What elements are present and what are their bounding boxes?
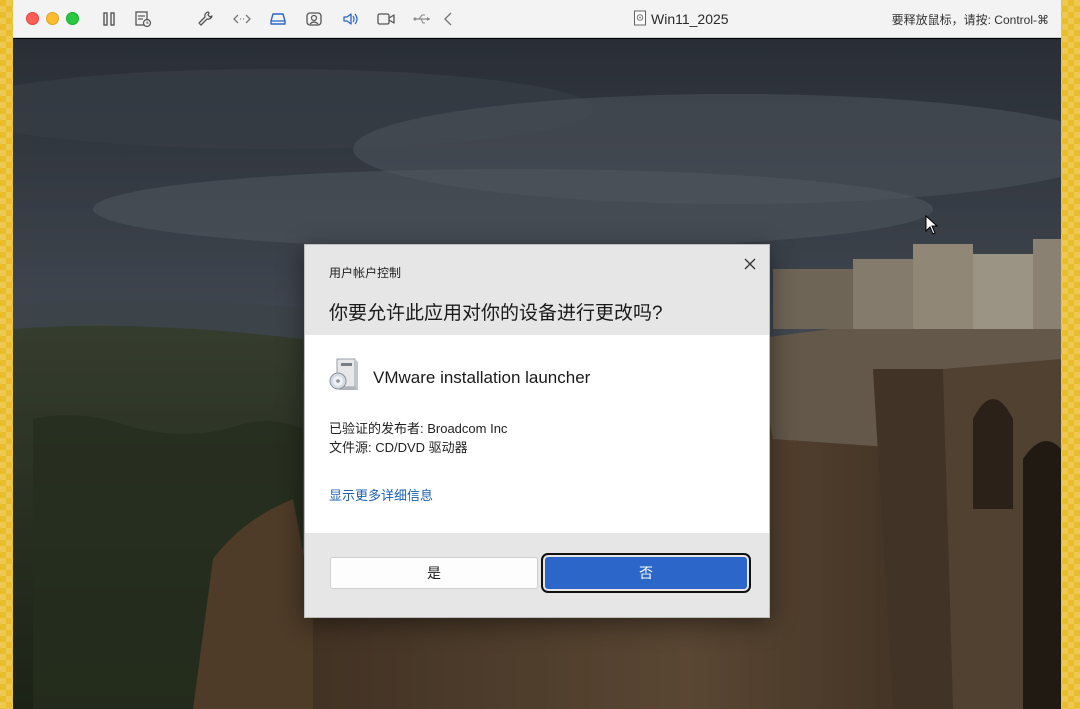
- file-source: 文件源: CD/DVD 驱动器: [329, 440, 468, 455]
- app-info-row: VMware installation launcher: [329, 357, 590, 398]
- code-arrows-icon[interactable]: [232, 9, 252, 29]
- drive-icon[interactable]: [268, 9, 288, 29]
- close-window-button[interactable]: [26, 12, 39, 25]
- app-name: VMware installation launcher: [373, 367, 591, 387]
- speaker-icon[interactable]: [340, 9, 360, 29]
- mouse-pointer-icon: [925, 214, 939, 239]
- close-icon[interactable]: [739, 253, 761, 275]
- publisher-info: 已验证的发布者: Broadcom Inc 文件源: CD/DVD 驱动器: [329, 419, 507, 457]
- vm-window: Win11_2025 要释放鼠标，请按: Control-⌘ 用户帐户控制 你要…: [13, 0, 1061, 709]
- zoom-window-button[interactable]: [66, 12, 79, 25]
- verified-publisher: 已验证的发布者: Broadcom Inc: [329, 421, 508, 436]
- wrench-icon[interactable]: [196, 9, 216, 29]
- uac-title: 用户帐户控制: [329, 266, 402, 280]
- show-more-details-link[interactable]: 显示更多详细信息: [329, 485, 433, 504]
- window-title: Win11_2025: [633, 0, 729, 38]
- document-icon: [633, 10, 647, 29]
- guest-desktop: 用户帐户控制 你要允许此应用对你的设备进行更改吗? VMware install…: [13, 39, 1061, 709]
- usb-icon[interactable]: [412, 9, 432, 29]
- uac-dialog: 用户帐户控制 你要允许此应用对你的设备进行更改吗? VMware install…: [304, 244, 770, 618]
- camera-icon[interactable]: [376, 9, 396, 29]
- yes-button[interactable]: 是: [330, 557, 538, 589]
- snapshot-icon[interactable]: [133, 9, 153, 29]
- minimize-window-button[interactable]: [46, 12, 59, 25]
- pause-icon[interactable]: [99, 9, 119, 29]
- uac-footer: 是 否: [305, 533, 769, 617]
- window-title-text: Win11_2025: [651, 11, 729, 27]
- installer-disc-icon: [329, 357, 359, 398]
- title-bar: Win11_2025 要释放鼠标，请按: Control-⌘: [13, 0, 1061, 38]
- no-button[interactable]: 否: [541, 553, 751, 593]
- user-icon[interactable]: [304, 9, 324, 29]
- uac-question: 你要允许此应用对你的设备进行更改吗?: [329, 303, 663, 324]
- back-chevron-icon[interactable]: [438, 9, 458, 29]
- uac-header: 用户帐户控制 你要允许此应用对你的设备进行更改吗?: [305, 245, 769, 335]
- release-mouse-hint: 要释放鼠标，请按: Control-⌘: [891, 12, 1049, 27]
